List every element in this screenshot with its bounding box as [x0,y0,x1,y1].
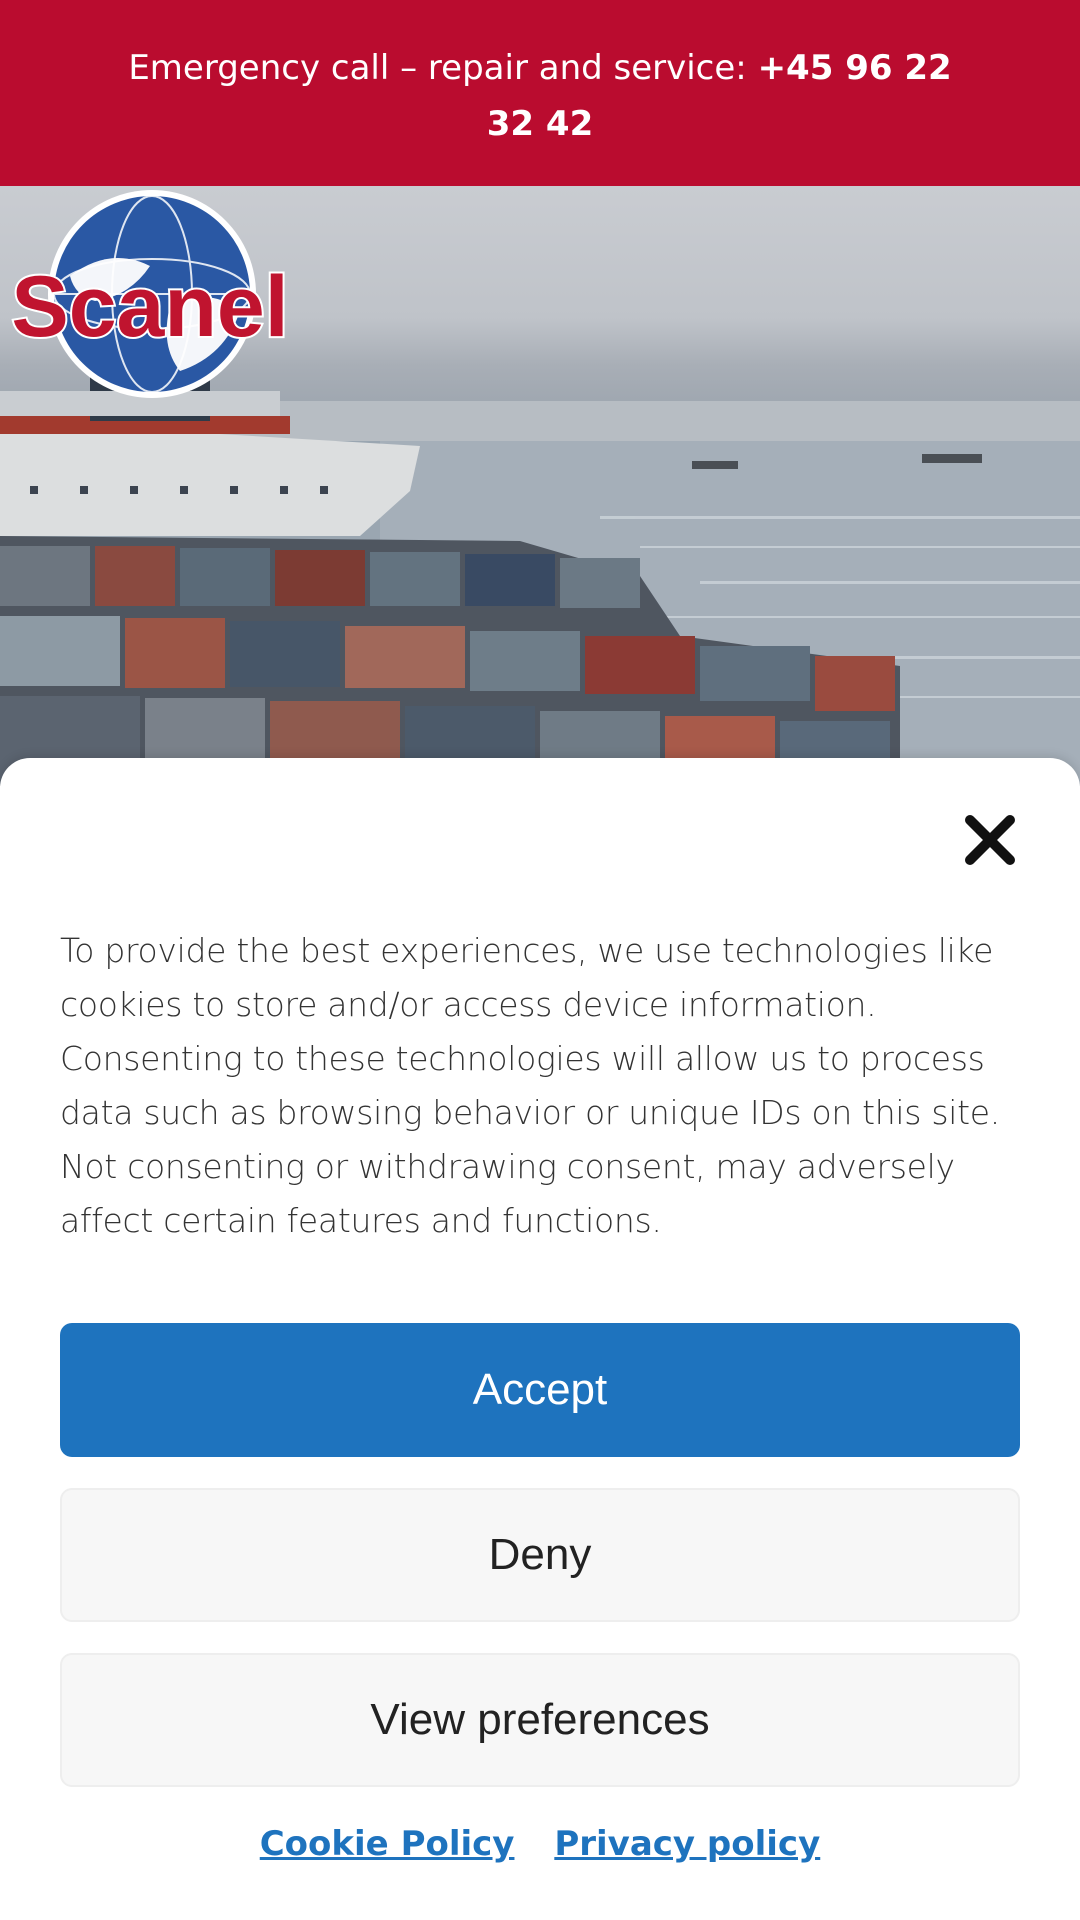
hero-image: Scanel [0,186,1080,786]
scanel-logo[interactable]: Scanel [0,186,300,416]
logo-text: Scanel [11,259,288,355]
page: Emergency call – repair and service: +45… [0,0,1080,1920]
emergency-bar: Emergency call – repair and service: +45… [0,0,1080,186]
cookie-consent-message: To provide the best experiences, we use … [60,931,1000,1240]
view-preferences-button[interactable]: View preferences [60,1653,1020,1787]
close-icon[interactable] [960,810,1020,870]
emergency-text: Emergency call – repair and service: [128,48,758,88]
cookie-consent-sheet: To provide the best experiences, we use … [0,758,1080,1920]
cookie-policy-link[interactable]: Cookie Policy [260,1824,515,1864]
privacy-policy-link[interactable]: Privacy policy [554,1824,820,1864]
policy-links: Cookie Policy Privacy policy [0,1824,1080,1864]
deny-button[interactable]: Deny [60,1488,1020,1622]
accept-button[interactable]: Accept [60,1323,1020,1457]
